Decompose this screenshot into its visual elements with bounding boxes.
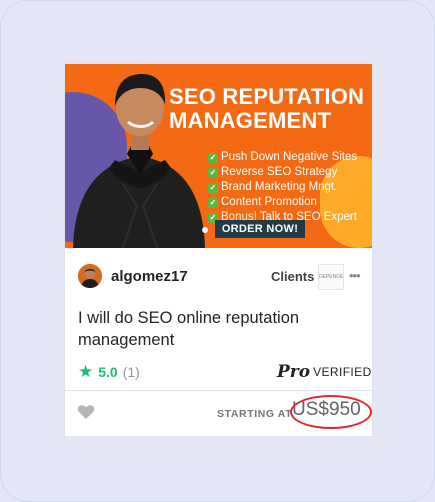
star-icon: ★ [78, 362, 94, 381]
check-icon: ✓ [208, 197, 218, 208]
banner-headline: SEO REPUTATION MANAGEMENT [169, 84, 365, 133]
clients-label: Clients [271, 269, 315, 284]
divider [65, 390, 372, 391]
pro-verified-badge: Pro VERIFIED [277, 362, 372, 382]
banner-bullet: ✓ Brand Marketing Mngt. [208, 181, 338, 193]
client-logo[interactable]: DEPENDENT [318, 264, 344, 290]
pro-logo: Pro [277, 362, 311, 382]
seller-info[interactable]: algomez17 [78, 264, 188, 288]
gig-card[interactable]: SEO REPUTATION MANAGEMENT ✓ Push Down Neg… [65, 64, 372, 436]
seller-username[interactable]: algomez17 [111, 268, 188, 285]
rating-value: 5.0 [98, 363, 118, 380]
banner-bullet: ✓ Content Promotion [208, 196, 317, 208]
banner-bullet: ✓ Push Down Negative Sites [208, 151, 358, 163]
check-icon: ✓ [208, 182, 218, 193]
verified-label: VERIFIED [313, 365, 372, 379]
rating-count: (1) [122, 363, 140, 380]
banner-bullet: ✓ Reverse SEO Strategy [208, 166, 338, 178]
heart-icon[interactable] [77, 403, 95, 421]
seller-avatar[interactable] [78, 264, 102, 288]
check-icon: ✓ [208, 152, 218, 163]
carousel-dot[interactable] [202, 227, 208, 233]
check-icon: ✓ [208, 167, 218, 178]
banner-bullet-list: ✓ Push Down Negative Sites ✓ Reverse SEO S… [208, 150, 357, 225]
starting-at-label: STARTING AT [217, 408, 293, 420]
rating: ★ 5.0 (1) [78, 363, 140, 380]
order-now-badge: ORDER NOW! [215, 220, 305, 238]
avatar-icon [78, 264, 102, 288]
more-dots-icon[interactable]: ••• [349, 268, 361, 283]
gig-image[interactable]: SEO REPUTATION MANAGEMENT ✓ Push Down Neg… [65, 64, 372, 248]
price-highlight-circle [290, 395, 372, 429]
gig-title[interactable]: I will do SEO online reputation manageme… [78, 307, 358, 351]
